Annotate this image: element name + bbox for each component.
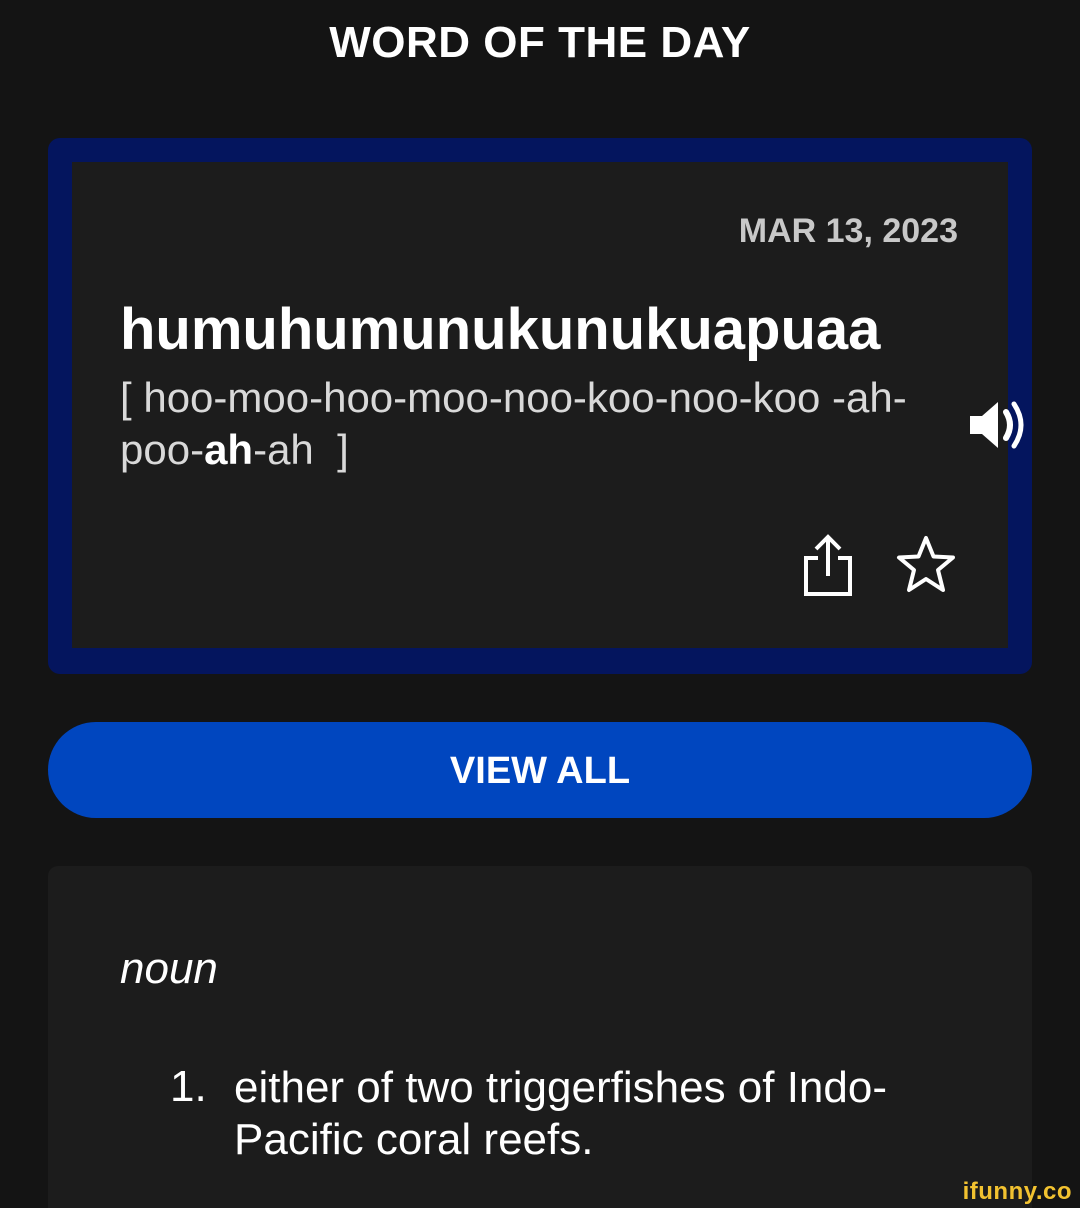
pronunciation-stressed-syllable: ah xyxy=(204,426,254,473)
pronunciation-close-bracket: ] xyxy=(337,426,349,473)
watermark-logo: ifunny.co xyxy=(962,1178,1072,1205)
word-of-the-day-screen: WORD OF THE DAY MAR 13, 2023 humuhumunuk… xyxy=(0,0,1080,1208)
share-icon[interactable] xyxy=(800,534,856,598)
star-icon[interactable] xyxy=(894,534,958,596)
pronunciation-open-bracket: [ xyxy=(120,374,132,421)
part-of-speech: noun xyxy=(120,944,218,993)
pronunciation-text-end: -ah xyxy=(253,426,314,473)
view-all-button[interactable]: VIEW ALL xyxy=(48,722,1032,818)
definition-number: 1. xyxy=(170,1062,207,1111)
page-title: WORD OF THE DAY xyxy=(329,18,751,67)
speaker-icon[interactable] xyxy=(966,394,1028,456)
pronunciation: [ hoo-moo-hoo-moo-noo-koo-noo-koo -ah-po… xyxy=(120,372,940,476)
definition-text: either of two triggerfishes of Indo-Paci… xyxy=(234,1063,887,1164)
word-headword: humuhumunukunukuapuaa xyxy=(120,297,881,362)
word-date: MAR 13, 2023 xyxy=(738,212,958,250)
